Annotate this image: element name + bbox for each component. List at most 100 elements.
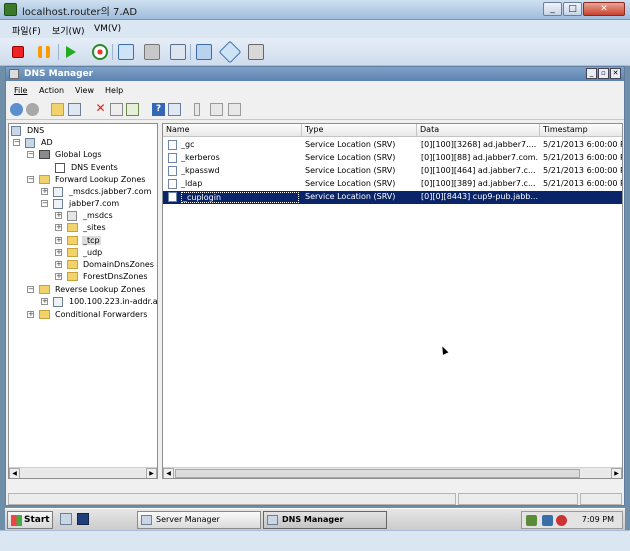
fit-window-icon[interactable] xyxy=(196,44,212,60)
taskbar-dns-manager[interactable]: DNS Manager xyxy=(263,511,387,529)
back-icon[interactable] xyxy=(10,103,23,116)
collapse-toggle[interactable]: − xyxy=(27,151,34,158)
status-panel-3 xyxy=(580,493,622,505)
cell-timestamp: 5/21/2013 6:00:00 PM xyxy=(543,140,623,149)
menu-help[interactable]: Help xyxy=(105,86,123,95)
expand-toggle[interactable]: + xyxy=(55,212,62,219)
zone-icon xyxy=(53,199,63,209)
table-row[interactable]: _kerberos Service Location (SRV) [0][100… xyxy=(163,152,622,165)
column-header-type[interactable]: Type xyxy=(302,124,417,137)
forward-icon[interactable] xyxy=(26,103,39,116)
properties-icon[interactable] xyxy=(110,103,123,116)
vm-toolbar xyxy=(0,38,630,66)
expand-toggle[interactable]: + xyxy=(55,237,62,244)
show-hide-tree-icon[interactable] xyxy=(68,103,81,116)
manage-snapshots-icon[interactable] xyxy=(170,44,186,60)
revert-icon[interactable] xyxy=(144,44,160,60)
vm-menu-vm[interactable]: VM(V) xyxy=(94,24,121,34)
tree-node-label: DNS xyxy=(27,126,45,135)
scroll-thumb[interactable] xyxy=(175,469,580,478)
scroll-left-arrow-icon[interactable]: ◀ xyxy=(9,468,20,478)
expand-toggle[interactable]: + xyxy=(41,188,48,195)
settings-icon[interactable] xyxy=(218,40,242,64)
list-icon-1[interactable] xyxy=(194,103,200,116)
mmc-menu-bar: File Action View Help xyxy=(6,83,624,99)
dns-manager-window: DNS Manager _ ▫ ✕ File Action View Help … xyxy=(5,66,625,506)
cell-type: Service Location (SRV) xyxy=(305,140,396,149)
action-center-tray-icon[interactable] xyxy=(542,515,553,526)
tree-node-label: _msdcs xyxy=(83,211,113,220)
collapse-toggle[interactable]: − xyxy=(13,139,20,146)
records-list[interactable]: Name Type Data Timestamp _gc Service Loc… xyxy=(162,123,623,479)
srv-record-icon xyxy=(168,166,177,176)
mmc-minimize-button[interactable]: _ xyxy=(586,68,597,79)
up-folder-icon[interactable] xyxy=(51,103,64,116)
menu-action[interactable]: Action xyxy=(39,86,64,95)
vm-close-button[interactable]: ✕ xyxy=(583,2,625,16)
menu-view[interactable]: View xyxy=(75,86,94,95)
vm-maximize-button[interactable]: □ xyxy=(563,2,582,16)
powershell-quicklaunch-icon[interactable] xyxy=(77,513,89,525)
folder-icon xyxy=(67,272,78,281)
tree-horizontal-scrollbar[interactable]: ◀ ▶ xyxy=(9,467,157,478)
clock[interactable]: 7:09 PM xyxy=(582,515,614,524)
status-panel-main xyxy=(8,493,456,505)
list-horizontal-scrollbar[interactable]: ◀ ▶ xyxy=(163,467,622,478)
mmc-close-button[interactable]: ✕ xyxy=(610,68,621,79)
system-tray: 7:09 PM xyxy=(521,511,623,529)
snapshot-icon[interactable] xyxy=(118,44,134,60)
list-icon-3[interactable] xyxy=(228,103,241,116)
console-tree[interactable]: DNS − AD − Global Logs DNS Events − Forw… xyxy=(8,123,158,479)
list-icon-2[interactable] xyxy=(210,103,223,116)
vm-menu-file[interactable]: 파일(F) xyxy=(12,24,41,37)
table-row-selected[interactable]: _cuplogin Service Location (SRV) [0][0][… xyxy=(163,191,622,204)
expand-toggle[interactable]: + xyxy=(55,273,62,280)
column-header-name[interactable]: Name xyxy=(163,124,302,137)
collapse-toggle[interactable]: − xyxy=(41,200,48,207)
cell-name: _kerberos xyxy=(181,153,220,162)
help-icon[interactable]: ? xyxy=(152,103,165,116)
pause-icon[interactable] xyxy=(38,46,50,58)
vm-menu-view[interactable]: 보기(W) xyxy=(52,24,84,37)
volume-tray-icon[interactable] xyxy=(556,515,567,526)
collapse-toggle[interactable]: − xyxy=(27,286,34,293)
play-icon[interactable] xyxy=(66,46,76,58)
tree-node-label: DNS Events xyxy=(71,163,118,172)
zone-icon xyxy=(53,187,63,197)
expand-toggle[interactable]: + xyxy=(27,311,34,318)
expand-toggle[interactable]: + xyxy=(55,249,62,256)
show-console-icon[interactable] xyxy=(168,103,181,116)
column-header-timestamp[interactable]: Timestamp xyxy=(540,124,622,137)
collapse-toggle[interactable]: − xyxy=(27,176,34,183)
reset-icon[interactable] xyxy=(92,44,108,60)
cell-type: Service Location (SRV) xyxy=(305,153,396,162)
scroll-right-arrow-icon[interactable]: ▶ xyxy=(146,468,157,478)
network-tray-icon[interactable] xyxy=(526,515,537,526)
stop-icon[interactable] xyxy=(12,46,24,58)
taskbar-server-manager[interactable]: Server Manager xyxy=(137,511,261,529)
folder-icon xyxy=(67,248,78,257)
expand-toggle[interactable]: + xyxy=(55,261,62,268)
cell-data: [0][100][464] ad.jabber7.c... xyxy=(421,166,536,175)
toolbar-separator xyxy=(112,44,113,60)
power-icon[interactable] xyxy=(248,44,264,60)
table-row[interactable]: _kpasswd Service Location (SRV) [0][100]… xyxy=(163,165,622,178)
delete-icon[interactable]: ✕ xyxy=(94,102,107,116)
vm-minimize-button[interactable]: _ xyxy=(543,2,562,16)
start-button[interactable]: Start xyxy=(7,511,53,529)
column-header-data[interactable]: Data xyxy=(417,124,540,137)
tree-node-label: _sites xyxy=(83,223,106,232)
expand-toggle[interactable]: + xyxy=(55,224,62,231)
table-row[interactable]: _gc Service Location (SRV) [0][100][3268… xyxy=(163,139,623,152)
scroll-left-arrow-icon[interactable]: ◀ xyxy=(163,468,174,478)
mmc-restore-button[interactable]: ▫ xyxy=(598,68,609,79)
server-manager-quicklaunch-icon[interactable] xyxy=(60,513,72,525)
expand-toggle[interactable]: + xyxy=(41,298,48,305)
task-label: Server Manager xyxy=(156,515,220,524)
table-row[interactable]: _ldap Service Location (SRV) [0][100][38… xyxy=(163,178,622,191)
menu-file[interactable]: File xyxy=(14,86,27,95)
scroll-right-arrow-icon[interactable]: ▶ xyxy=(611,468,622,478)
export-icon[interactable] xyxy=(126,103,139,116)
dns-manager-icon xyxy=(267,515,278,525)
windows-logo-icon xyxy=(11,515,22,526)
